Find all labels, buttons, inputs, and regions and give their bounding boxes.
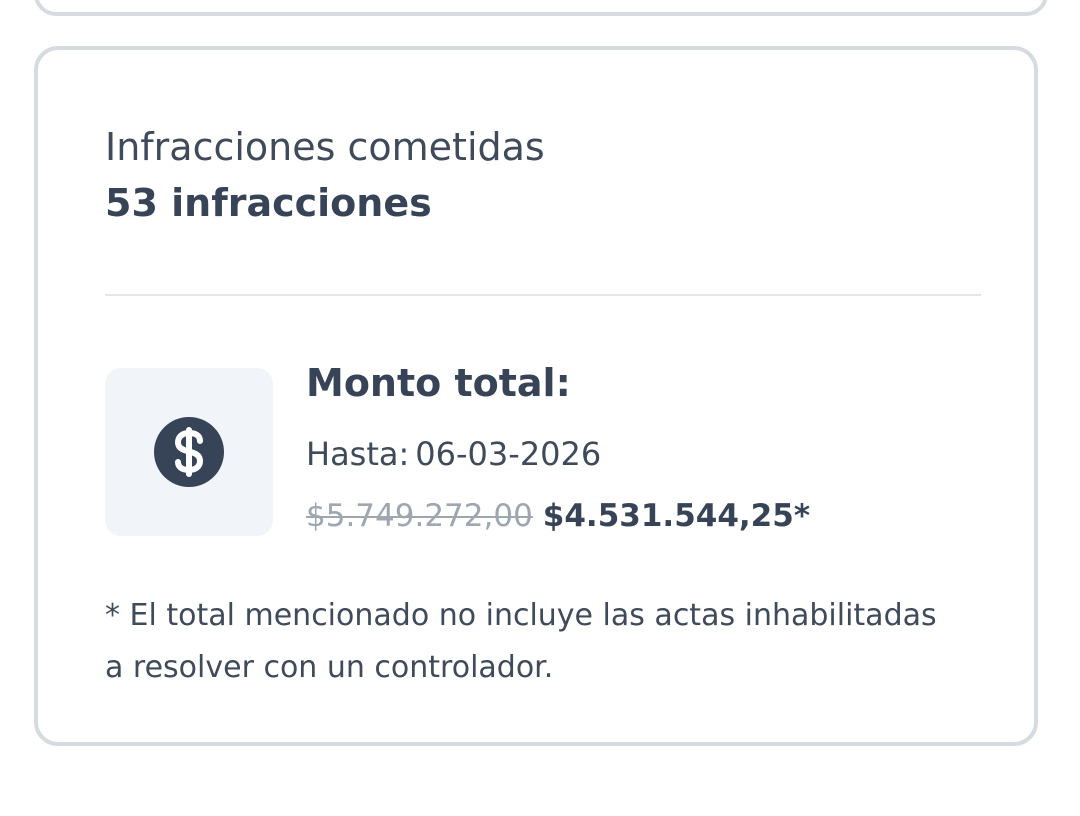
price-row: $5.749.272,00 $4.531.544,25* — [306, 494, 810, 538]
amount-icon-box — [105, 368, 273, 536]
footnote-line-1: * El total mencionado no incluye las act… — [105, 598, 937, 633]
discounted-price: $4.531.544,25* — [542, 498, 811, 534]
infractions-summary-card: Infracciones cometidas 53 infracciones M… — [34, 46, 1038, 746]
due-date: Hasta: 06-03-2026 — [306, 432, 601, 476]
divider — [105, 294, 981, 296]
total-amount-title: Monto total: — [306, 361, 571, 405]
dollar-circle-icon — [154, 417, 224, 487]
original-price: $5.749.272,00 — [306, 498, 533, 534]
infractions-label: Infracciones cometidas — [105, 125, 545, 169]
due-date-label: Hasta: — [306, 435, 410, 473]
footnote: * El total mencionado no incluye las act… — [105, 590, 1005, 694]
infractions-count: 53 infracciones — [105, 181, 432, 225]
footnote-line-2: a resolver con un controlador. — [105, 650, 554, 685]
previous-card — [34, 0, 1048, 16]
due-date-value: 06-03-2026 — [415, 435, 602, 473]
